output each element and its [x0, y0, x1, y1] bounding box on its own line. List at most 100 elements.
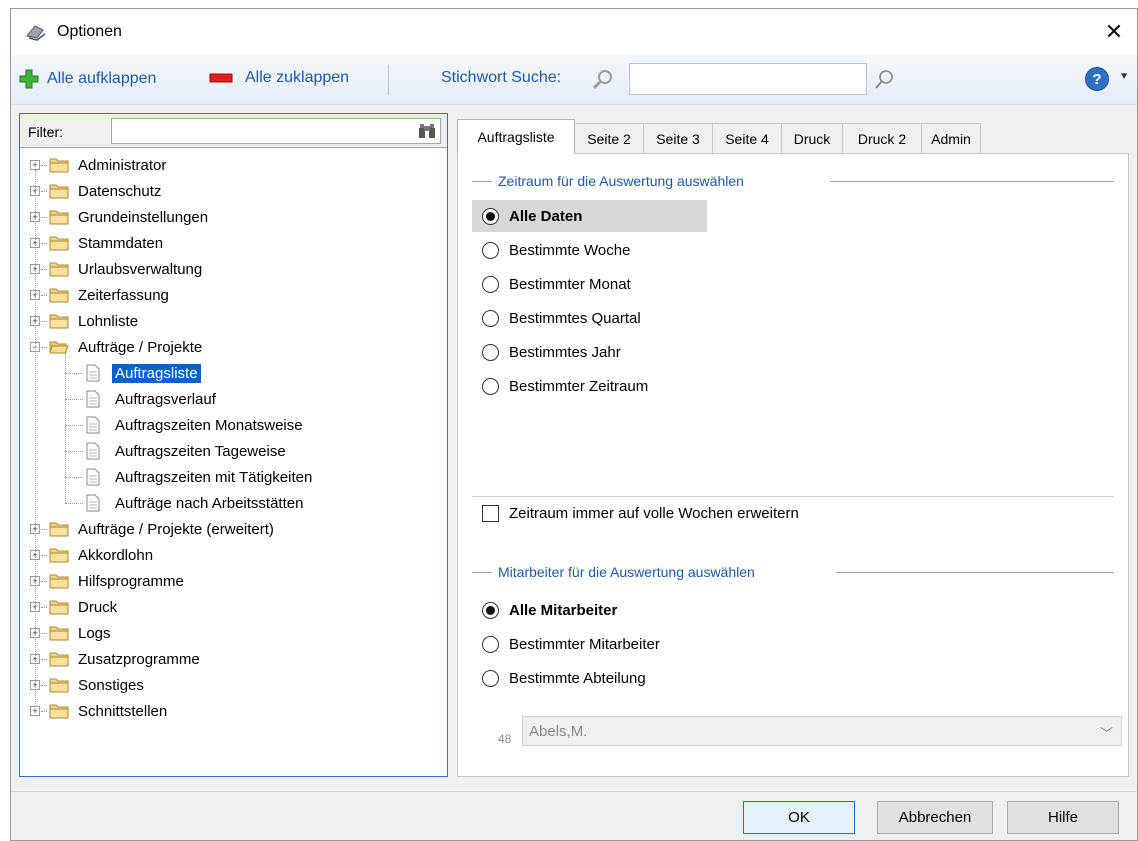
tree-item-zusatzprogramme[interactable]: + Zusatzprogramme	[20, 646, 447, 672]
period-option[interactable]: Bestimmtes Quartal	[472, 302, 641, 334]
toolbar-separator	[388, 65, 389, 95]
document-icon	[86, 468, 100, 486]
plus-icon	[19, 69, 39, 89]
tree-item-label: Druck	[78, 598, 118, 616]
tree-item-aufträge-nach-arbeitsstätten[interactable]: Aufträge nach Arbeitsstätten	[20, 490, 447, 516]
period-option[interactable]: Bestimmte Woche	[472, 234, 630, 266]
folder-icon	[49, 548, 69, 563]
employee-option[interactable]: Alle Mitarbeiter	[472, 594, 617, 626]
folder-icon	[49, 600, 69, 615]
radio-button[interactable]	[482, 635, 499, 653]
search-input[interactable]	[629, 63, 867, 95]
tree-item-grundeinstellungen[interactable]: + Grundeinstellungen	[20, 204, 447, 230]
tree-item-stammdaten[interactable]: + Stammdaten	[20, 230, 447, 256]
radio-button[interactable]	[482, 241, 499, 259]
folder-icon	[49, 652, 69, 667]
collapse-all-button[interactable]: Alle zuklappen	[209, 69, 349, 87]
tree-item-urlaubsverwaltung[interactable]: + Urlaubsverwaltung	[20, 256, 447, 282]
radio-button[interactable]	[482, 601, 499, 619]
search-icon[interactable]	[873, 68, 897, 92]
tree-item-label: Auftragszeiten mit Tätigkeiten	[115, 468, 313, 486]
tree-line	[41, 165, 47, 166]
tree-line	[41, 711, 47, 712]
tree-item-auftragsliste[interactable]: Auftragsliste	[20, 360, 447, 386]
radio-button[interactable]	[482, 343, 499, 361]
tree-line	[41, 295, 47, 296]
tree-item-label: Hilfsprogramme	[78, 572, 184, 590]
document-icon	[86, 390, 100, 408]
tree-item-druck[interactable]: + Druck	[20, 594, 447, 620]
tab-auftragsliste[interactable]: Auftragsliste	[457, 119, 575, 154]
tree-line	[41, 191, 47, 192]
folder-icon	[49, 262, 69, 277]
radio-button[interactable]	[482, 207, 499, 225]
period-option[interactable]: Bestimmter Monat	[472, 268, 631, 300]
clear-search-icon[interactable]	[591, 69, 617, 91]
tree-item-label: Grundeinstellungen	[78, 208, 209, 226]
tree-item-akkordlohn[interactable]: + Akkordlohn	[20, 542, 447, 568]
tree-item-aufträge-projekte-erweitert[interactable]: + Aufträge / Projekte (erweitert)	[20, 516, 447, 542]
folder-icon	[49, 626, 69, 641]
folder-icon	[49, 574, 69, 589]
tab-seite-4[interactable]: Seite 4	[712, 123, 782, 153]
tree-item-schnittstellen[interactable]: + Schnittstellen	[20, 698, 447, 724]
period-option[interactable]: Bestimmtes Jahr	[472, 336, 621, 368]
tree-item-auftragszeiten-tageweise[interactable]: Auftragszeiten Tageweise	[20, 438, 447, 464]
tree-item-hilfsprogramme[interactable]: + Hilfsprogramme	[20, 568, 447, 594]
tab-druck[interactable]: Druck	[781, 123, 843, 153]
tree-item-administrator[interactable]: + Administrator	[20, 152, 447, 178]
extend-weeks-checkbox[interactable]	[482, 504, 499, 522]
tree-item-label: Auftragszeiten Monatsweise	[115, 416, 303, 434]
tree-item-auftragsverlauf[interactable]: Auftragsverlauf	[20, 386, 447, 412]
employee-group-title: Mitarbeiter für die Auswertung auswählen	[498, 564, 765, 580]
filter-input[interactable]	[111, 118, 441, 144]
radio-button[interactable]	[482, 275, 499, 293]
tree-item-label: Logs	[78, 624, 111, 642]
period-option[interactable]: Alle Daten	[472, 200, 707, 232]
folder-icon	[49, 678, 69, 693]
radio-button[interactable]	[482, 669, 499, 687]
tree-line	[65, 451, 83, 452]
tree-item-label: Administrator	[78, 156, 167, 174]
expand-all-button[interactable]: Alle aufklappen	[19, 69, 156, 89]
tab-druck-2[interactable]: Druck 2	[842, 123, 922, 153]
radio-button[interactable]	[482, 377, 499, 395]
tab-seite-3[interactable]: Seite 3	[643, 123, 713, 153]
tree-item-sonstiges[interactable]: + Sonstiges	[20, 672, 447, 698]
period-option[interactable]: Bestimmter Zeitraum	[472, 370, 648, 402]
tree-item-zeiterfassung[interactable]: + Zeiterfassung	[20, 282, 447, 308]
employee-option-label: Alle Mitarbeiter	[509, 601, 618, 619]
employee-option[interactable]: Bestimmter Mitarbeiter	[472, 628, 660, 660]
folder-icon	[49, 158, 69, 173]
radio-button[interactable]	[482, 309, 499, 327]
period-option-label: Bestimmter Zeitraum	[509, 377, 649, 395]
help-button[interactable]: Hilfe	[1007, 801, 1119, 834]
tree-item-aufträge-projekte[interactable]: − Aufträge / Projekte	[20, 334, 447, 360]
tree-item-auftragszeiten-mit-tätigkeiten[interactable]: Auftragszeiten mit Tätigkeiten	[20, 464, 447, 490]
ok-button[interactable]: OK	[743, 801, 855, 834]
employee-select[interactable]: Abels,M. ﹀	[522, 716, 1122, 746]
tree-item-label: Schnittstellen	[78, 702, 168, 720]
help-icon[interactable]: ?	[1085, 67, 1109, 91]
chevron-down-icon[interactable]: ▼	[1119, 71, 1129, 82]
binoculars-icon[interactable]	[418, 123, 436, 139]
tree-item-datenschutz[interactable]: + Datenschutz	[20, 178, 447, 204]
expand-toggle-icon[interactable]: +	[30, 160, 40, 170]
extend-weeks-checkbox-row[interactable]: Zeitraum immer auf volle Wochen erweiter…	[482, 497, 799, 529]
close-button[interactable]: ✕	[1091, 9, 1137, 55]
filter-label: Filter:	[28, 124, 63, 140]
cancel-button[interactable]: Abbrechen	[877, 801, 993, 834]
tree-item-logs[interactable]: + Logs	[20, 620, 447, 646]
expand-all-label: Alle aufklappen	[47, 70, 157, 87]
filter-bar: Filter:	[20, 114, 447, 148]
tab-admin[interactable]: Admin	[921, 123, 981, 153]
folder-icon	[49, 288, 69, 303]
extend-weeks-label: Zeitraum immer auf volle Wochen erweiter…	[509, 504, 799, 522]
employee-option[interactable]: Bestimmte Abteilung	[472, 662, 646, 694]
tree-item-auftragszeiten-monatsweise[interactable]: Auftragszeiten Monatsweise	[20, 412, 447, 438]
tree-item-lohnliste[interactable]: + Lohnliste	[20, 308, 447, 334]
tab-seite-2[interactable]: Seite 2	[574, 123, 644, 153]
employee-option-label: Bestimmte Abteilung	[509, 669, 646, 687]
expand-toggle-icon[interactable]: +	[30, 706, 40, 716]
tree-item-label: Zusatzprogramme	[78, 650, 200, 668]
